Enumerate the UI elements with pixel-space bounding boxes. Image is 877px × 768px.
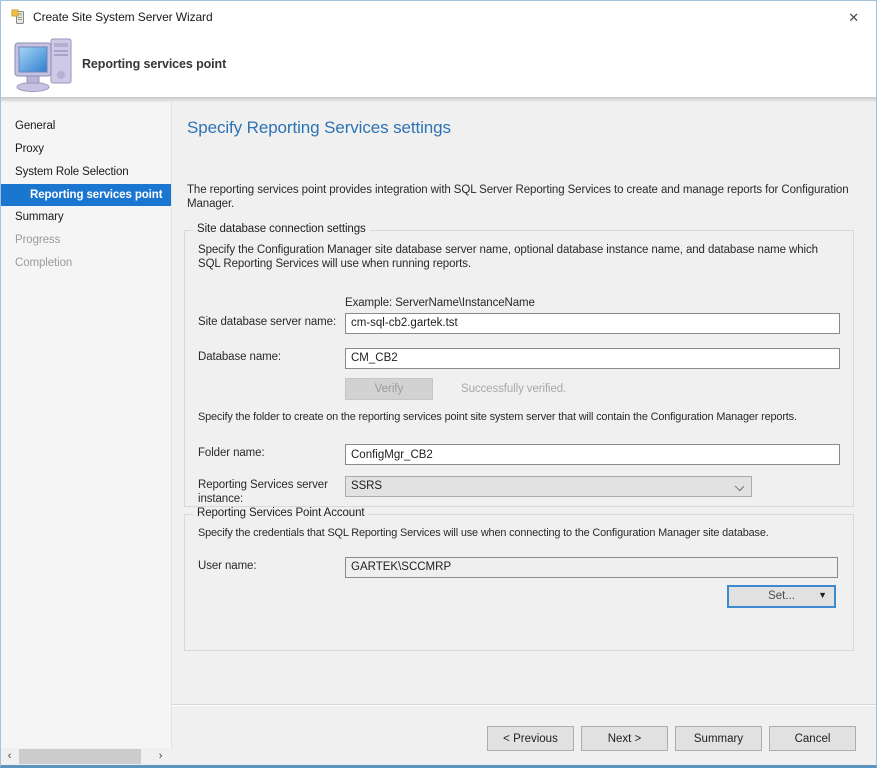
database-name-input[interactable] [345,348,840,369]
verify-row: Verify Successfully verified. [198,378,840,400]
folder-name-input[interactable] [345,444,840,465]
wizard-footer: < Previous Next > Summary Cancel [172,704,876,765]
nav-item-reporting-services-point[interactable]: Reporting services point [1,184,171,206]
nav-item-progress[interactable]: Progress [1,229,171,252]
verify-status-text: Successfully verified. [461,383,566,395]
wizard-header: Reporting services point [1,34,876,97]
scrollbar-thumb[interactable] [19,749,141,764]
server-name-input[interactable] [345,313,840,334]
nav-item-general[interactable]: General [1,115,171,138]
footer-buttons: < Previous Next > Summary Cancel [487,726,856,751]
account-group-description: Specify the credentials that SQL Reporti… [198,527,840,541]
nav-item-proxy[interactable]: Proxy [1,138,171,161]
database-name-label: Database name: [198,348,345,364]
nav-item-summary[interactable]: Summary [1,206,171,229]
database-name-row: Database name: [198,348,840,369]
wizard-page-content: Specify Reporting Services settings The … [172,102,876,704]
next-button[interactable]: Next > [581,726,668,751]
chevron-down-icon [735,482,744,491]
server-name-label: Site database server name: [198,313,345,329]
wizard-window-icon [11,9,27,25]
page-title: Specify Reporting Services settings [187,118,451,138]
account-group-title: Reporting Services Point Account [193,507,368,519]
site-db-group-title: Site database connection settings [193,223,370,235]
account-group: Reporting Services Point Account Specify… [184,514,854,651]
page-intro-text: The reporting services point provides in… [187,183,865,212]
nav-item-completion[interactable]: Completion [1,252,171,275]
computer-icon [13,37,75,96]
server-name-example: Example: ServerName\InstanceName [345,297,840,309]
close-icon[interactable]: ✕ [848,1,859,34]
server-name-row: Site database server name: [198,313,840,334]
site-db-group-description: Specify the Configuration Manager site d… [198,243,840,272]
sidebar-horizontal-scrollbar[interactable]: ‹ › [1,748,172,765]
set-button[interactable]: Set... ▼ [727,585,836,608]
nav-item-system-role-selection[interactable]: System Role Selection [1,161,171,184]
wizard-page-name: Reporting services point [82,34,226,94]
previous-button[interactable]: < Previous [487,726,574,751]
username-input[interactable] [345,557,838,578]
username-row: User name: [198,557,840,578]
reporting-instance-value: SSRS [351,480,382,492]
window-title: Create Site System Server Wizard [33,1,213,34]
username-label: User name: [198,557,345,573]
titlebar: Create Site System Server Wizard ✕ [1,1,876,34]
set-button-row: Set... ▼ [198,585,840,608]
folder-description: Specify the folder to create on the repo… [198,411,840,425]
folder-name-label: Folder name: [198,444,345,460]
folder-name-row: Folder name: [198,444,840,465]
site-db-settings-group: Site database connection settings Specif… [184,230,854,507]
instance-row: Reporting Services server instance: SSRS [198,476,840,505]
cancel-button[interactable]: Cancel [769,726,856,751]
reporting-instance-select[interactable]: SSRS [345,476,752,497]
summary-button[interactable]: Summary [675,726,762,751]
verify-button[interactable]: Verify [345,378,433,400]
wizard-window: Create Site System Server Wizard ✕ [0,0,877,768]
scroll-right-icon[interactable]: › [152,748,169,765]
wizard-main-area: Specify Reporting Services settings The … [172,102,876,765]
set-button-label: Set... [768,590,795,602]
scroll-left-icon[interactable]: ‹ [1,748,18,765]
instance-label: Reporting Services server instance: [198,476,345,505]
dropdown-arrow-icon: ▼ [818,590,827,600]
wizard-nav-sidebar: General Proxy System Role Selection Repo… [1,102,172,765]
